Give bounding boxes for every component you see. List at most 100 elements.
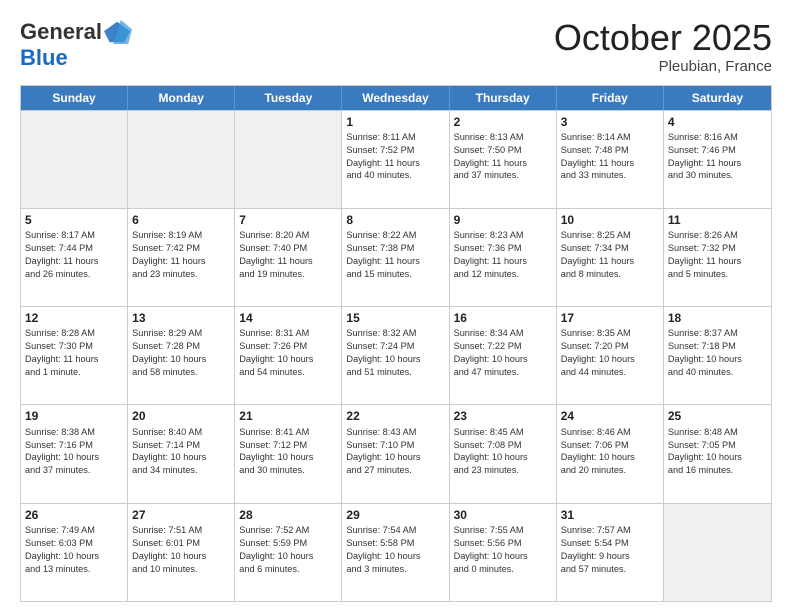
- day-info: Sunset: 6:03 PM: [25, 537, 123, 550]
- day-info: Sunrise: 8:38 AM: [25, 426, 123, 439]
- day-info: Daylight: 10 hours: [561, 353, 659, 366]
- day-number: 29: [346, 507, 444, 523]
- day-info: and 30 minutes.: [668, 169, 767, 182]
- day-number: 18: [668, 310, 767, 326]
- day-info: Sunrise: 7:51 AM: [132, 524, 230, 537]
- table-row: 28Sunrise: 7:52 AMSunset: 5:59 PMDayligh…: [235, 504, 342, 601]
- day-info: and 1 minute.: [25, 366, 123, 379]
- day-info: Sunrise: 8:14 AM: [561, 131, 659, 144]
- day-number: 19: [25, 408, 123, 424]
- table-row: [235, 111, 342, 208]
- day-info: Sunset: 7:50 PM: [454, 144, 552, 157]
- day-info: Sunrise: 8:45 AM: [454, 426, 552, 439]
- day-info: Daylight: 11 hours: [346, 255, 444, 268]
- day-number: 28: [239, 507, 337, 523]
- day-number: 27: [132, 507, 230, 523]
- day-info: Daylight: 11 hours: [454, 255, 552, 268]
- table-row: 26Sunrise: 7:49 AMSunset: 6:03 PMDayligh…: [21, 504, 128, 601]
- day-info: and 23 minutes.: [454, 464, 552, 477]
- table-row: [128, 111, 235, 208]
- table-row: 29Sunrise: 7:54 AMSunset: 5:58 PMDayligh…: [342, 504, 449, 601]
- day-info: Daylight: 11 hours: [25, 255, 123, 268]
- day-number: 8: [346, 212, 444, 228]
- day-info: Daylight: 10 hours: [239, 451, 337, 464]
- calendar-week-2: 5Sunrise: 8:17 AMSunset: 7:44 PMDaylight…: [21, 208, 771, 306]
- day-number: 30: [454, 507, 552, 523]
- calendar-header: SundayMondayTuesdayWednesdayThursdayFrid…: [21, 86, 771, 110]
- day-info: Sunrise: 7:52 AM: [239, 524, 337, 537]
- title-block: October 2025 Pleubian, France: [554, 18, 772, 75]
- table-row: 19Sunrise: 8:38 AMSunset: 7:16 PMDayligh…: [21, 405, 128, 502]
- table-row: 25Sunrise: 8:48 AMSunset: 7:05 PMDayligh…: [664, 405, 771, 502]
- day-info: Sunset: 7:22 PM: [454, 340, 552, 353]
- day-info: and 16 minutes.: [668, 464, 767, 477]
- header: General Blue October 2025 Pleubian, Fran…: [20, 18, 772, 75]
- day-info: Daylight: 11 hours: [668, 255, 767, 268]
- day-number: 9: [454, 212, 552, 228]
- table-row: 2Sunrise: 8:13 AMSunset: 7:50 PMDaylight…: [450, 111, 557, 208]
- day-info: Daylight: 10 hours: [346, 353, 444, 366]
- day-header-tuesday: Tuesday: [235, 86, 342, 110]
- day-number: 5: [25, 212, 123, 228]
- day-info: Sunset: 7:24 PM: [346, 340, 444, 353]
- day-info: Daylight: 10 hours: [132, 451, 230, 464]
- day-info: Daylight: 10 hours: [132, 353, 230, 366]
- day-info: and 44 minutes.: [561, 366, 659, 379]
- day-info: and 3 minutes.: [346, 563, 444, 576]
- table-row: 27Sunrise: 7:51 AMSunset: 6:01 PMDayligh…: [128, 504, 235, 601]
- day-info: Daylight: 11 hours: [454, 157, 552, 170]
- table-row: 9Sunrise: 8:23 AMSunset: 7:36 PMDaylight…: [450, 209, 557, 306]
- table-row: 6Sunrise: 8:19 AMSunset: 7:42 PMDaylight…: [128, 209, 235, 306]
- day-number: 13: [132, 310, 230, 326]
- table-row: 15Sunrise: 8:32 AMSunset: 7:24 PMDayligh…: [342, 307, 449, 404]
- month-title: October 2025: [554, 18, 772, 58]
- day-info: Sunset: 7:32 PM: [668, 242, 767, 255]
- day-info: and 57 minutes.: [561, 563, 659, 576]
- day-info: and 12 minutes.: [454, 268, 552, 281]
- day-header-saturday: Saturday: [664, 86, 771, 110]
- day-info: and 54 minutes.: [239, 366, 337, 379]
- day-info: Sunset: 7:10 PM: [346, 439, 444, 452]
- day-info: and 8 minutes.: [561, 268, 659, 281]
- day-info: Sunset: 7:16 PM: [25, 439, 123, 452]
- day-info: and 20 minutes.: [561, 464, 659, 477]
- day-number: 15: [346, 310, 444, 326]
- day-info: and 15 minutes.: [346, 268, 444, 281]
- calendar-body: 1Sunrise: 8:11 AMSunset: 7:52 PMDaylight…: [21, 110, 771, 601]
- day-info: Sunrise: 7:55 AM: [454, 524, 552, 537]
- location: Pleubian, France: [554, 58, 772, 75]
- day-info: Daylight: 10 hours: [132, 550, 230, 563]
- day-info: Sunset: 7:18 PM: [668, 340, 767, 353]
- day-number: 16: [454, 310, 552, 326]
- day-info: Sunset: 5:58 PM: [346, 537, 444, 550]
- day-info: Sunrise: 8:19 AM: [132, 229, 230, 242]
- day-info: and 58 minutes.: [132, 366, 230, 379]
- day-number: 17: [561, 310, 659, 326]
- day-info: Daylight: 11 hours: [561, 157, 659, 170]
- day-info: Sunrise: 8:16 AM: [668, 131, 767, 144]
- table-row: 17Sunrise: 8:35 AMSunset: 7:20 PMDayligh…: [557, 307, 664, 404]
- day-info: Sunrise: 8:41 AM: [239, 426, 337, 439]
- day-info: and 0 minutes.: [454, 563, 552, 576]
- logo-icon: [104, 18, 132, 46]
- day-info: Daylight: 10 hours: [454, 451, 552, 464]
- day-info: Daylight: 11 hours: [239, 255, 337, 268]
- day-info: Sunrise: 8:46 AM: [561, 426, 659, 439]
- calendar-week-3: 12Sunrise: 8:28 AMSunset: 7:30 PMDayligh…: [21, 306, 771, 404]
- day-info: Daylight: 11 hours: [25, 353, 123, 366]
- day-number: 14: [239, 310, 337, 326]
- table-row: 24Sunrise: 8:46 AMSunset: 7:06 PMDayligh…: [557, 405, 664, 502]
- day-info: Sunrise: 8:13 AM: [454, 131, 552, 144]
- day-info: Sunrise: 8:48 AM: [668, 426, 767, 439]
- day-info: and 19 minutes.: [239, 268, 337, 281]
- day-info: and 30 minutes.: [239, 464, 337, 477]
- day-info: Sunrise: 8:22 AM: [346, 229, 444, 242]
- day-number: 7: [239, 212, 337, 228]
- day-info: Sunset: 7:06 PM: [561, 439, 659, 452]
- table-row: 31Sunrise: 7:57 AMSunset: 5:54 PMDayligh…: [557, 504, 664, 601]
- day-info: Sunrise: 8:11 AM: [346, 131, 444, 144]
- table-row: 1Sunrise: 8:11 AMSunset: 7:52 PMDaylight…: [342, 111, 449, 208]
- day-info: Sunrise: 7:54 AM: [346, 524, 444, 537]
- logo: General Blue: [20, 18, 132, 70]
- day-info: Sunrise: 8:17 AM: [25, 229, 123, 242]
